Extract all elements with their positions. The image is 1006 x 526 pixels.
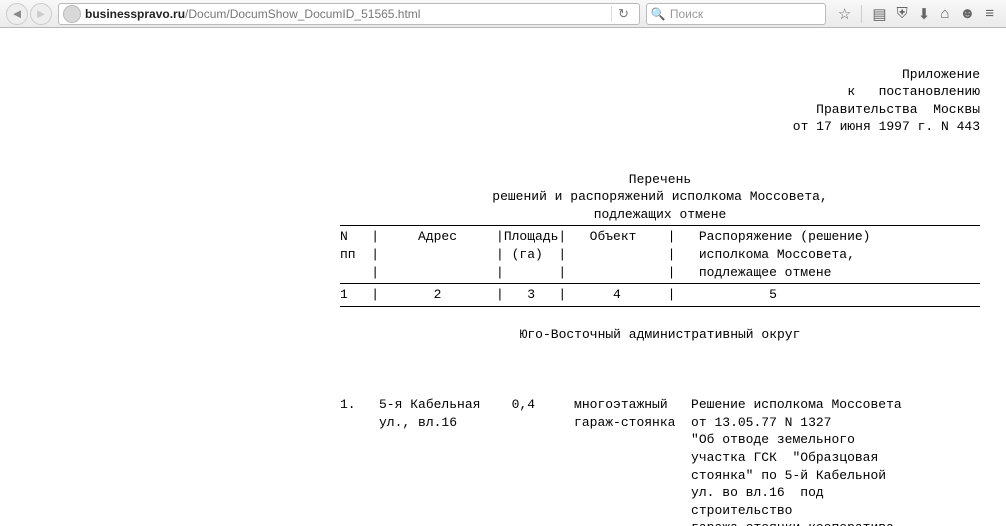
refresh-button[interactable]: ↻ [611,6,635,22]
back-button[interactable]: ◄ [6,3,28,25]
url-bar[interactable]: businesspravo.ru/Docum/DocumShow_DocumID… [58,3,640,25]
doc-title: Перечень решений и распоряжений исполком… [340,153,980,223]
table-row: 1. 5-я Кабельная 0,4 многоэтажный Решени… [340,396,980,526]
home-icon[interactable]: ⌂ [940,5,949,22]
table-rule [340,306,980,307]
table-rule [340,283,980,284]
browser-toolbar: ◄ ► businesspravo.ru/Docum/DocumShow_Doc… [0,0,1006,28]
arrow-left-icon: ◄ [11,6,24,21]
doc-header: Приложение к постановлению Правительства… [340,66,980,136]
search-box[interactable]: 🔍 Поиск [646,3,826,25]
arrow-right-icon: ► [35,6,48,21]
table-rule [340,225,980,226]
globe-icon [63,5,81,23]
table-header-row: N | Адрес |Площадь| Объект | Распоряжени… [340,228,980,281]
url-text: businesspravo.ru/Docum/DocumShow_DocumID… [85,7,607,21]
section-title: Юго-Восточный административный округ [340,326,980,344]
menu-icon[interactable]: ≡ [985,5,994,22]
pocket-icon[interactable]: ⛨ [897,5,908,22]
page-viewport[interactable]: Приложение к постановлению Правительства… [0,28,1006,526]
document-body: Приложение к постановлению Правительства… [340,28,980,526]
table-colnum-row: 1 | 2 | 3 | 4 | 5 [340,286,980,304]
search-icon: 🔍 [651,7,666,21]
chat-icon[interactable]: ☻ [959,5,975,22]
forward-button[interactable]: ► [30,3,52,25]
divider [861,5,862,23]
toolbar-right-icons: ☆ ▤ ⛨ ⬇ ⌂ ☻ ≡ [832,5,1000,23]
reader-icon[interactable]: ▤ [872,5,886,23]
bookmark-icon[interactable]: ☆ [838,5,851,23]
nav-buttons: ◄ ► [6,3,52,25]
search-placeholder: Поиск [670,7,703,21]
download-icon[interactable]: ⬇ [918,5,931,23]
refresh-icon: ↻ [618,6,629,21]
